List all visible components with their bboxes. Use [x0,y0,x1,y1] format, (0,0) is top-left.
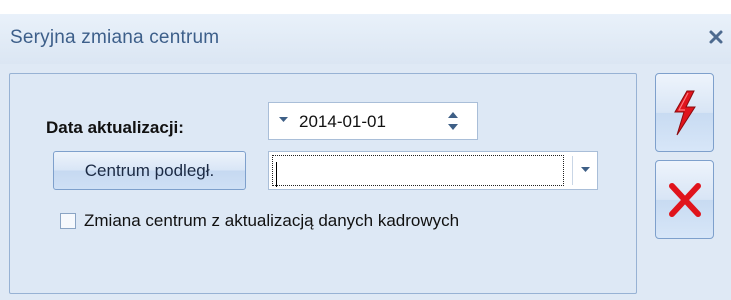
spinner-icon[interactable] [445,108,461,134]
window-title: Seryjna zmiana centrum [10,27,220,48]
run-button[interactable] [655,73,714,152]
close-icon [709,30,723,44]
centrum-button[interactable]: Centrum podległ. [53,151,246,190]
date-value[interactable]: 2014-01-01 [299,112,386,132]
close-button[interactable] [704,24,728,50]
centrum-button-label: Centrum podległ. [84,160,215,180]
cancel-x-icon [668,182,701,217]
form-panel: Data aktualizacji: 2014-01-01 Centrum po… [9,73,637,294]
text-cursor [276,162,277,187]
dialog-window: Seryjna zmiana centrum Data aktualizacji… [0,14,731,300]
date-field[interactable]: 2014-01-01 [268,102,478,140]
title-bar: Seryjna zmiana centrum [0,14,731,64]
combo-separator [572,156,573,185]
cancel-button[interactable] [655,160,714,239]
lightning-icon [673,90,696,135]
update-hr-checkbox[interactable] [60,213,76,229]
centrum-input[interactable] [272,155,564,187]
centrum-combobox[interactable] [268,151,598,190]
date-label: Data aktualizacji: [46,118,184,137]
chevron-down-icon[interactable] [581,167,590,173]
update-hr-checkbox-label[interactable]: Zmiana centrum z aktualizacją danych kad… [84,211,459,231]
dropdown-arrow-icon[interactable] [279,117,288,123]
